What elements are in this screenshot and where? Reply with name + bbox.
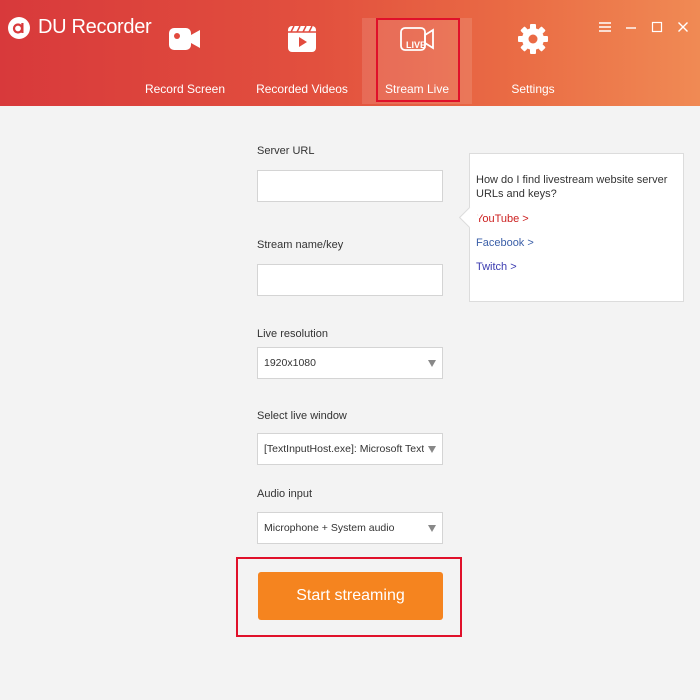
live-resolution-label: Live resolution <box>257 328 328 340</box>
app-header: DU Recorder Record Screen Recorded Video… <box>0 0 700 106</box>
live-resolution-select[interactable]: 1920x1080 <box>257 347 443 379</box>
tooltip-question: How do I find livestream website server … <box>476 174 668 200</box>
maximize-icon[interactable] <box>650 20 664 34</box>
chevron-down-icon <box>428 446 436 453</box>
twitch-link[interactable]: Twitch > <box>476 261 677 273</box>
live-window-select[interactable]: [TextInputHost.exe]: Microsoft Text Inpu… <box>257 433 443 465</box>
stream-key-input[interactable] <box>257 264 443 296</box>
live-window-value: [TextInputHost.exe]: Microsoft Text Inpu… <box>264 443 424 455</box>
stream-live-highlight-box <box>376 18 460 102</box>
tab-record-screen[interactable]: Record Screen <box>130 18 240 104</box>
live-resolution-value: 1920x1080 <box>264 357 316 369</box>
minimize-icon[interactable] <box>624 20 638 34</box>
audio-input-value: Microphone + System audio <box>264 522 395 534</box>
live-window-label: Select live window <box>257 410 347 422</box>
audio-input-select[interactable]: Microphone + System audio <box>257 512 443 544</box>
gear-icon <box>516 22 550 61</box>
stream-key-label: Stream name/key <box>257 239 344 251</box>
audio-input-label: Audio input <box>257 488 313 500</box>
help-tooltip: How do I find livestream website server … <box>458 153 684 302</box>
tab-label: Record Screen <box>144 82 226 96</box>
audio-input-group: Audio input Microphone + System audio <box>257 488 443 544</box>
video-play-icon <box>286 23 318 60</box>
server-url-group: Server URL <box>257 145 443 202</box>
server-url-input[interactable] <box>257 170 443 202</box>
tab-label: Settings <box>511 82 555 96</box>
hamburger-icon[interactable] <box>598 20 612 34</box>
tab-settings[interactable]: Settings <box>478 18 588 104</box>
du-recorder-logo-icon <box>8 16 30 39</box>
close-icon[interactable] <box>676 20 690 34</box>
window-controls <box>598 20 690 34</box>
facebook-link[interactable]: Facebook > <box>476 237 677 249</box>
video-camera-icon <box>168 24 202 59</box>
stream-key-group: Stream name/key <box>257 239 443 296</box>
tab-recorded-videos[interactable]: Recorded Videos <box>247 18 357 104</box>
youtube-link[interactable]: YouTube > <box>476 213 677 225</box>
start-streaming-button[interactable]: Start streaming <box>258 572 443 620</box>
live-window-group: Select live window [TextInputHost.exe]: … <box>257 410 443 465</box>
tab-label: Recorded Videos <box>256 82 348 96</box>
chevron-down-icon <box>428 525 436 532</box>
live-resolution-group: Live resolution 1920x1080 <box>257 328 443 379</box>
chevron-down-icon <box>428 360 436 367</box>
server-url-label: Server URL <box>257 145 315 157</box>
